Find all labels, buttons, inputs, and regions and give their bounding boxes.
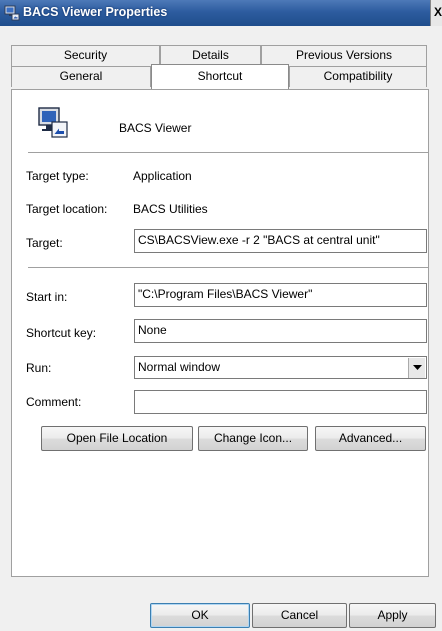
dropdown-arrow[interactable] (408, 358, 425, 378)
tab-label: Previous Versions (295, 48, 393, 62)
change-icon-button[interactable]: Change Icon... (198, 426, 308, 451)
tab-label: Details (192, 48, 229, 62)
properties-dialog: BACS Viewer Properties X Security Detail… (0, 0, 442, 631)
close-button[interactable]: X (430, 0, 442, 26)
shortcut-key-input[interactable]: None (134, 319, 427, 343)
start-in-input[interactable]: "C:\Program Files\BACS Viewer" (134, 283, 427, 307)
run-select[interactable]: Normal window (134, 356, 427, 379)
cancel-button[interactable]: Cancel (252, 603, 347, 628)
separator (28, 267, 428, 269)
tab-label: Security (63, 48, 108, 62)
title-bar[interactable]: BACS Viewer Properties X (0, 0, 442, 26)
target-label: Target: (26, 236, 63, 250)
shortcut-key-label: Shortcut key: (26, 326, 97, 340)
comment-input[interactable] (134, 390, 427, 414)
start-in-label: Start in: (26, 290, 68, 304)
target-location-value: BACS Utilities (133, 202, 208, 216)
target-location-label: Target location: (26, 202, 108, 216)
chevron-down-icon (412, 365, 422, 370)
target-input[interactable]: CS\BACSView.exe -r 2 "BACS at central un… (134, 229, 427, 253)
tab-details[interactable]: Details (160, 45, 261, 66)
open-file-location-button[interactable]: Open File Location (41, 426, 193, 451)
tab-general[interactable]: General (11, 66, 151, 87)
comment-label: Comment: (26, 395, 82, 409)
advanced-button[interactable]: Advanced... (315, 426, 426, 451)
tab-label: Compatibility (323, 69, 393, 83)
tab-shortcut[interactable]: Shortcut (151, 64, 289, 89)
tab-security[interactable]: Security (11, 45, 160, 66)
shortcut-name: BACS Viewer (119, 121, 192, 135)
target-type-label: Target type: (26, 169, 89, 183)
ok-button[interactable]: OK (150, 603, 250, 628)
window-title: BACS Viewer Properties (23, 5, 168, 19)
tab-previous-versions[interactable]: Previous Versions (261, 45, 427, 66)
target-type-value: Application (133, 169, 192, 183)
run-selected-value: Normal window (138, 360, 221, 374)
separator (28, 152, 428, 154)
tab-compatibility[interactable]: Compatibility (289, 66, 427, 87)
tab-label: Shortcut (197, 69, 243, 83)
bacs-viewer-icon (38, 107, 68, 138)
shortcut-panel: BACS Viewer Target type: Application Tar… (11, 89, 429, 577)
app-shortcut-icon (4, 5, 20, 21)
tab-label: General (59, 69, 103, 83)
apply-button[interactable]: Apply (349, 603, 436, 628)
run-label: Run: (26, 361, 52, 375)
